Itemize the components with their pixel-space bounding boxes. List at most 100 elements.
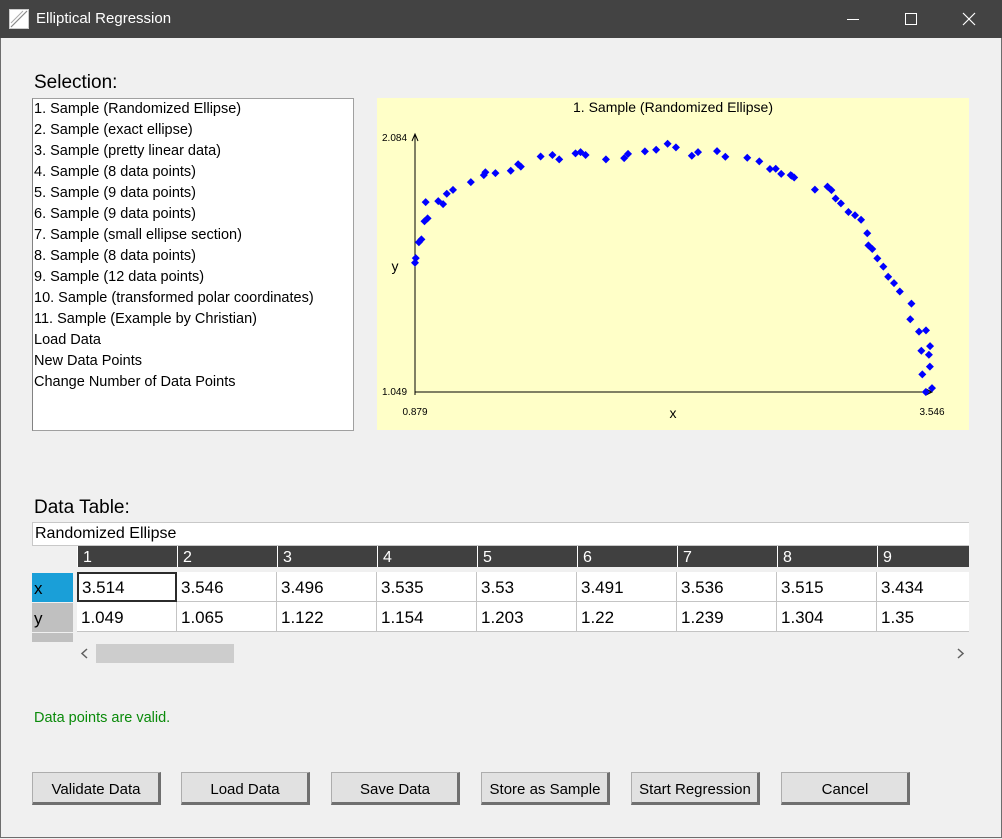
table-cell[interactable]: 1.122 xyxy=(277,602,377,632)
x-min-label: 0.879 xyxy=(402,407,427,418)
list-item[interactable]: 8. Sample (8 data points) xyxy=(33,246,353,267)
list-item[interactable]: 1. Sample (Randomized Ellipse) xyxy=(33,99,353,120)
data-point xyxy=(906,315,915,324)
data-point xyxy=(918,370,927,379)
title-bar: Elliptical Regression xyxy=(0,0,1002,38)
column-header[interactable]: 4 xyxy=(377,546,477,567)
maximize-button[interactable] xyxy=(888,0,934,38)
selection-label: Selection: xyxy=(34,72,118,93)
data-point xyxy=(713,147,722,156)
data-point xyxy=(836,199,845,208)
status-message: Data points are valid. xyxy=(34,710,171,726)
minimize-icon xyxy=(847,19,859,20)
table-cell[interactable]: 3.536 xyxy=(677,572,777,602)
list-item[interactable]: 10. Sample (transformed polar coordinate… xyxy=(33,288,353,309)
table-cell[interactable]: 3.53 xyxy=(477,572,577,602)
close-button[interactable] xyxy=(946,0,992,38)
table-cell[interactable]: 1.304 xyxy=(777,602,877,632)
data-point xyxy=(442,189,451,198)
data-point xyxy=(810,185,819,194)
data-point xyxy=(601,155,610,164)
horizontal-scrollbar[interactable] xyxy=(77,643,969,664)
data-point xyxy=(640,147,649,156)
table-cell[interactable]: 3.434 xyxy=(877,572,969,602)
list-item[interactable]: 6. Sample (9 data points) xyxy=(33,204,353,225)
table-cell[interactable]: 3.496 xyxy=(277,572,377,602)
data-table-label: Data Table: xyxy=(34,497,130,518)
list-item[interactable]: 4. Sample (8 data points) xyxy=(33,162,353,183)
load-data-button[interactable]: Load Data xyxy=(181,772,310,805)
table-cell[interactable]: 1.065 xyxy=(177,602,277,632)
save-data-button[interactable]: Save Data xyxy=(331,772,460,805)
table-name-field[interactable]: Randomized Ellipse xyxy=(32,522,969,546)
table-cell[interactable]: 1.35 xyxy=(877,602,969,632)
table-cell[interactable]: 3.491 xyxy=(577,572,677,602)
list-item[interactable]: 5. Sample (9 data points) xyxy=(33,183,353,204)
column-header[interactable]: 7 xyxy=(677,546,777,567)
row-header-footer xyxy=(32,633,73,642)
data-point xyxy=(506,166,515,175)
scroll-right-icon[interactable] xyxy=(955,648,965,659)
column-header[interactable]: 3 xyxy=(277,546,377,567)
data-point xyxy=(921,326,930,335)
table-cell[interactable]: 1.049 xyxy=(77,602,177,632)
list-item[interactable]: 3. Sample (pretty linear data) xyxy=(33,141,353,162)
table-cell[interactable]: 3.515 xyxy=(777,572,877,602)
data-point xyxy=(879,262,888,271)
scrollbar-thumb[interactable] xyxy=(96,644,234,663)
table-cell[interactable]: 1.203 xyxy=(477,602,577,632)
table-cell[interactable]: 1.154 xyxy=(377,602,477,632)
validate-data-button[interactable]: Validate Data xyxy=(32,772,161,805)
data-point xyxy=(548,151,557,160)
list-item[interactable]: New Data Points xyxy=(33,351,353,372)
list-item[interactable]: Change Number of Data Points xyxy=(33,372,353,393)
table-name-text: Randomized Ellipse xyxy=(35,525,177,542)
list-item[interactable]: 7. Sample (small ellipse section) xyxy=(33,225,353,246)
data-point xyxy=(926,342,935,351)
y-max-label: 2.084 xyxy=(382,133,407,144)
column-header[interactable]: 2 xyxy=(177,546,277,567)
y-min-label: 1.049 xyxy=(382,387,407,398)
corner-header xyxy=(32,546,77,567)
list-item[interactable]: 2. Sample (exact ellipse) xyxy=(33,120,353,141)
table-cell[interactable]: 1.239 xyxy=(677,602,777,632)
row-header[interactable]: x xyxy=(32,573,73,602)
data-point xyxy=(863,229,872,238)
data-point xyxy=(907,299,916,308)
app-icon xyxy=(9,9,29,29)
list-item[interactable]: 11. Sample (Example by Christian) xyxy=(33,309,353,330)
scroll-left-icon[interactable] xyxy=(80,648,90,659)
data-point xyxy=(694,148,703,157)
table-cell[interactable]: 3.546 xyxy=(177,572,277,602)
column-header[interactable]: 9 xyxy=(877,546,969,567)
table-cell[interactable]: 3.514 xyxy=(77,572,177,602)
sample-listbox[interactable]: 1. Sample (Randomized Ellipse) 2. Sample … xyxy=(32,98,354,431)
column-header[interactable]: 5 xyxy=(477,546,577,567)
store-as-sample-button[interactable]: Store as Sample xyxy=(481,772,610,805)
data-point xyxy=(857,215,866,224)
data-point xyxy=(915,327,924,336)
maximize-icon xyxy=(905,13,917,25)
list-item[interactable]: Load Data xyxy=(33,330,353,351)
list-item[interactable]: 9. Sample (12 data points) xyxy=(33,267,353,288)
data-point xyxy=(652,145,661,154)
start-regression-button[interactable]: Start Regression xyxy=(631,772,760,805)
x-axis-label: x xyxy=(670,405,677,421)
data-point xyxy=(851,211,860,220)
table-cell[interactable]: 1.22 xyxy=(577,602,677,632)
row-header[interactable]: y xyxy=(32,603,73,632)
data-point xyxy=(466,178,475,187)
x-max-label: 3.546 xyxy=(919,407,944,418)
data-point xyxy=(671,143,680,152)
column-header[interactable]: 1 xyxy=(77,546,177,567)
data-grid[interactable]: 1 2 3 4 5 6 7 8 9 x 3.514 3.546 3.496 3.535 3.53 3.491 3… xyxy=(32,546,969,642)
data-point xyxy=(421,198,430,207)
minimize-button[interactable] xyxy=(830,0,876,38)
column-header[interactable]: 6 xyxy=(577,546,677,567)
table-cell[interactable]: 3.535 xyxy=(377,572,477,602)
data-point xyxy=(721,152,730,161)
column-header[interactable]: 8 xyxy=(777,546,877,567)
data-point xyxy=(663,139,672,148)
cancel-button[interactable]: Cancel xyxy=(781,772,910,805)
plot-area: 1. Sample (Randomized Ellipse) 2.084 1.049… xyxy=(377,98,969,430)
